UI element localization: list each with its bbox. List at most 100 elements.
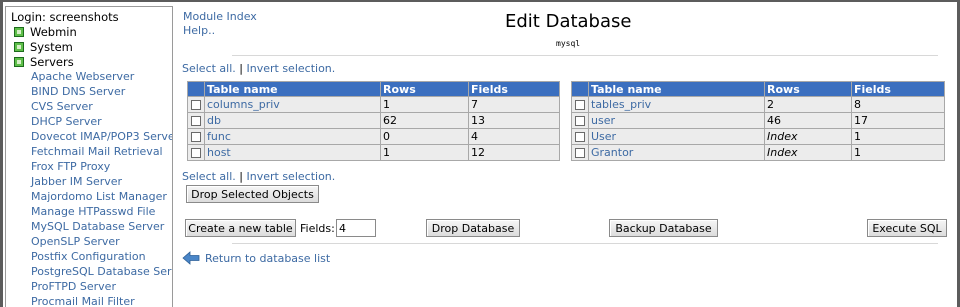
sidebar-item-apache[interactable]: Apache Webserver: [31, 70, 134, 83]
separator: |: [239, 170, 243, 183]
category-servers[interactable]: Servers: [14, 55, 74, 69]
sidebar-item-cvs[interactable]: CVS Server: [31, 100, 93, 113]
sidebar: Login: screenshots Webmin System Servers…: [5, 6, 173, 307]
create-table-button[interactable]: Create a new table: [185, 219, 296, 237]
row-checkbox-cell: [571, 144, 589, 161]
sidebar-item-frox[interactable]: Frox FTP Proxy: [31, 160, 110, 173]
folder-icon: [14, 42, 24, 52]
sidebar-item-mysql[interactable]: MySQL Database Server: [31, 220, 164, 233]
sidebar-item-dovecot[interactable]: Dovecot IMAP/POP3 Server: [31, 130, 172, 143]
sidebar-item-htpasswd[interactable]: Manage HTPasswd File: [31, 205, 155, 218]
row-checkbox-cell: [187, 128, 205, 145]
table-row: Grantor Index 1: [571, 144, 945, 161]
table-fields: 7: [468, 96, 560, 113]
table-rows: Index: [764, 128, 852, 145]
row-checkbox[interactable]: [575, 116, 585, 126]
table-row: User Index 1: [571, 128, 945, 145]
table-row: host 1 12: [187, 144, 560, 161]
table-name-link[interactable]: host: [204, 144, 381, 161]
category-label: Webmin: [30, 25, 77, 39]
header-checkbox-cell: [187, 81, 205, 97]
row-checkbox[interactable]: [575, 132, 585, 142]
invert-selection-link[interactable]: Invert selection.: [247, 170, 336, 183]
category-label: System: [30, 40, 73, 54]
table-fields: 12: [468, 144, 560, 161]
column-header-rows: Rows: [380, 81, 469, 97]
row-checkbox[interactable]: [191, 116, 201, 126]
column-header-name: Table name: [204, 81, 381, 97]
table-row: func 0 4: [187, 128, 560, 145]
category-label: Servers: [30, 55, 74, 69]
sidebar-item-proftpd[interactable]: ProFTPD Server: [31, 280, 116, 293]
row-checkbox-cell: [571, 96, 589, 113]
select-all-link[interactable]: Select all.: [182, 170, 236, 183]
header-checkbox-cell: [571, 81, 589, 97]
table-fields: 8: [851, 96, 945, 113]
drop-selected-button[interactable]: Drop Selected Objects: [186, 185, 319, 203]
tables-list-right: Table name Rows Fields tables_priv 2 8 u…: [571, 81, 945, 161]
sidebar-item-procmail[interactable]: Procmail Mail Filter: [31, 295, 135, 307]
tables-list-left: Table name Rows Fields columns_priv 1 7 …: [187, 81, 560, 161]
row-checkbox[interactable]: [575, 100, 585, 110]
column-header-fields: Fields: [851, 81, 945, 97]
back-arrow-icon: [182, 251, 200, 265]
row-checkbox-cell: [571, 128, 589, 145]
folder-icon: [14, 27, 24, 37]
sidebar-item-majordomo[interactable]: Majordomo List Manager: [31, 190, 167, 203]
table-rows: 1: [380, 96, 469, 113]
row-checkbox-cell: [187, 112, 205, 129]
sidebar-item-bind[interactable]: BIND DNS Server: [31, 85, 125, 98]
table-name-link[interactable]: func: [204, 128, 381, 145]
table-name-link[interactable]: columns_priv: [204, 96, 381, 113]
row-checkbox-cell: [571, 112, 589, 129]
help-link[interactable]: Help..: [183, 24, 215, 37]
return-link-row[interactable]: Return to database list: [182, 251, 330, 265]
table-row: db 62 13: [187, 112, 560, 129]
row-checkbox-cell: [187, 144, 205, 161]
table-rows: 62: [380, 112, 469, 129]
folder-open-icon: [14, 57, 24, 67]
sidebar-item-fetchmail[interactable]: Fetchmail Mail Retrieval: [31, 145, 163, 158]
drop-database-button[interactable]: Drop Database: [426, 219, 520, 237]
column-header-fields: Fields: [468, 81, 560, 97]
table-fields: 1: [851, 128, 945, 145]
table-name-link[interactable]: db: [204, 112, 381, 129]
login-label: Login: screenshots: [11, 10, 119, 24]
database-name: mysql: [556, 39, 581, 48]
backup-database-button[interactable]: Backup Database: [609, 219, 718, 237]
selection-links-top: Select all. | Invert selection.: [182, 62, 335, 75]
return-to-database-list-link[interactable]: Return to database list: [205, 252, 330, 265]
sidebar-item-postfix[interactable]: Postfix Configuration: [31, 250, 146, 263]
sidebar-item-postgresql[interactable]: PostgreSQL Database Server: [31, 265, 172, 278]
row-checkbox[interactable]: [575, 148, 585, 158]
sidebar-item-jabber[interactable]: Jabber IM Server: [31, 175, 122, 188]
execute-sql-button[interactable]: Execute SQL: [867, 219, 947, 237]
fields-count-input[interactable]: 4: [336, 219, 376, 237]
sidebar-item-dhcp[interactable]: DHCP Server: [31, 115, 102, 128]
page-title: Edit Database: [505, 11, 632, 32]
index-name-link[interactable]: User: [588, 128, 765, 145]
column-header-name: Table name: [588, 81, 765, 97]
table-name-link[interactable]: tables_priv: [588, 96, 765, 113]
table-rows: 46: [764, 112, 852, 129]
module-index-link[interactable]: Module Index: [183, 10, 257, 23]
row-checkbox[interactable]: [191, 148, 201, 158]
selection-links-bottom: Select all. | Invert selection.: [182, 170, 335, 183]
row-checkbox[interactable]: [191, 132, 201, 142]
table-rows: 1: [380, 144, 469, 161]
table-name-link[interactable]: user: [588, 112, 765, 129]
table-fields: 1: [851, 144, 945, 161]
index-name-link[interactable]: Grantor: [588, 144, 765, 161]
select-all-link[interactable]: Select all.: [182, 62, 236, 75]
table-header-row: Table name Rows Fields: [187, 81, 560, 97]
sidebar-item-openslp[interactable]: OpenSLP Server: [31, 235, 120, 248]
column-header-rows: Rows: [764, 81, 852, 97]
separator: |: [239, 62, 243, 75]
table-fields: 4: [468, 128, 560, 145]
category-system[interactable]: System: [14, 40, 73, 54]
table-row: user 46 17: [571, 112, 945, 129]
row-checkbox[interactable]: [191, 100, 201, 110]
table-fields: 13: [468, 112, 560, 129]
category-webmin[interactable]: Webmin: [14, 25, 77, 39]
invert-selection-link[interactable]: Invert selection.: [247, 62, 336, 75]
